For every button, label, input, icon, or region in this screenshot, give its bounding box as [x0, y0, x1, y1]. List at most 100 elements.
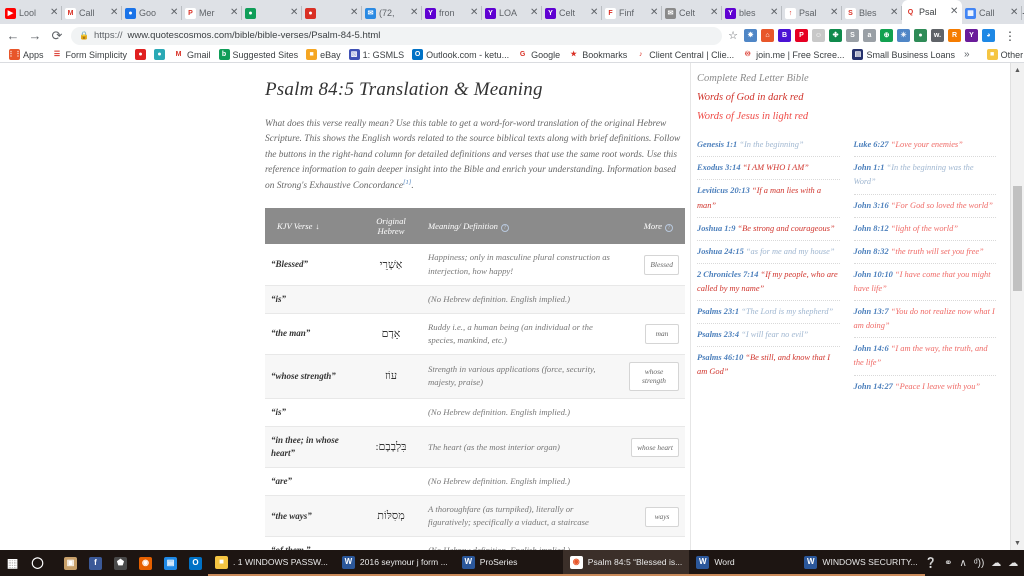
browser-tab[interactable]: Y Celt ✕ — [542, 2, 602, 24]
tab-close-icon[interactable]: ✕ — [650, 8, 659, 18]
bookmark-item[interactable]: ▤ Small Business Loans — [849, 47, 958, 62]
verse-quote[interactable]: “I AM WHO I AM” — [743, 163, 809, 172]
taskbar-pinned-app[interactable]: ▤ — [158, 550, 183, 576]
tab-close-icon[interactable]: ✕ — [170, 8, 179, 18]
verse-reference[interactable]: Luke 6:27 — [854, 140, 889, 149]
verse-quote[interactable]: “as for me and my house” — [746, 247, 835, 256]
verse-reference[interactable]: Leviticus 20:13 — [697, 186, 750, 195]
browser-tab[interactable]: P Mer ✕ — [182, 2, 242, 24]
scrollbar-thumb[interactable] — [1013, 186, 1022, 292]
verse-link-entry[interactable]: John 14:6 “I am the way, the truth, and … — [853, 342, 996, 376]
bookmark-item[interactable]: ☰ Form Simplicity — [49, 47, 131, 62]
verse-reference[interactable]: John 10:10 — [854, 270, 893, 279]
verse-reference[interactable]: 2 Chronicles 7:14 — [697, 270, 758, 279]
browser-tab[interactable]: ● Goo ✕ — [122, 2, 182, 24]
verse-quote[interactable]: “In the beginning” — [739, 140, 803, 149]
browser-tab[interactable]: M Call ✕ — [62, 2, 122, 24]
browser-tab[interactable]: ● ✕ — [242, 2, 302, 24]
tab-close-icon[interactable]: ✕ — [110, 8, 119, 18]
verse-link-entry[interactable]: John 1:1 “In the beginning was the Word” — [853, 161, 996, 195]
tab-close-icon[interactable]: ✕ — [950, 7, 959, 17]
tab-close-icon[interactable]: ✕ — [710, 8, 719, 18]
more-button[interactable]: whose heart — [631, 437, 679, 458]
verse-link-entry[interactable]: Joshua 24:15 “as for me and my house” — [697, 245, 840, 264]
verse-link-entry[interactable]: Joshua 1:9 “Be strong and courageous” — [697, 222, 840, 241]
verse-reference[interactable]: Exodus 3:14 — [697, 163, 741, 172]
more-button[interactable]: whose strength — [629, 361, 679, 391]
taskbar-window-button[interactable]: W Word — [689, 550, 798, 576]
kebab-menu-icon[interactable]: ⋮ — [1001, 29, 1019, 43]
help-icon[interactable]: ❔ — [925, 558, 937, 569]
verse-quote[interactable]: “Love your enemies” — [891, 140, 963, 149]
tab-close-icon[interactable]: ✕ — [890, 8, 899, 18]
verse-reference[interactable]: Joshua 24:15 — [697, 247, 744, 256]
start-button[interactable]: ▦ — [0, 550, 25, 576]
verse-link-entry[interactable]: 2 Chronicles 7:14 “If my people, who are… — [697, 268, 840, 302]
tab-close-icon[interactable]: ✕ — [410, 8, 419, 18]
other-bookmarks-folder[interactable]: ■Other bookmarks — [984, 47, 1024, 62]
verse-reference[interactable]: Psalms 23:4 — [697, 330, 739, 339]
tab-close-icon[interactable]: ✕ — [830, 8, 839, 18]
taskbar-pinned-app[interactable]: ◉ — [133, 550, 158, 576]
forward-icon[interactable]: → — [27, 28, 43, 44]
tab-close-icon[interactable]: ✕ — [350, 8, 359, 18]
bookmark-item[interactable]: b Suggested Sites — [216, 47, 302, 62]
verse-quote[interactable]: “I will fear no evil” — [741, 330, 808, 339]
backup-icon[interactable]: ☁ — [1008, 558, 1018, 569]
bookmark-item[interactable]: M Gmail — [170, 47, 214, 62]
verse-reference[interactable]: John 13:7 — [854, 307, 889, 316]
tab-close-icon[interactable]: ✕ — [770, 8, 779, 18]
verse-reference[interactable]: John 8:32 — [854, 247, 889, 256]
bookmarks-overflow-button[interactable]: » — [960, 49, 974, 60]
verse-reference[interactable]: John 1:1 — [854, 163, 885, 172]
verse-link-entry[interactable]: John 14:27 “Peace I leave with you” — [854, 380, 997, 398]
show-hidden-icons-chevron[interactable]: ∧ — [960, 558, 967, 569]
verse-link-entry[interactable]: John 8:32 “the truth will set you free” — [853, 245, 996, 264]
tab-close-icon[interactable]: ✕ — [1010, 8, 1019, 18]
verse-reference[interactable]: John 14:6 — [854, 344, 889, 353]
amazon-extension[interactable]: a — [863, 29, 876, 43]
help-question-icon[interactable]: ? — [665, 223, 673, 232]
verse-quote[interactable]: “Peace I leave with you” — [895, 382, 980, 391]
browser-tab[interactable]: Y LOA ✕ — [482, 2, 542, 24]
network-share-icon[interactable]: ⚭ — [944, 558, 952, 569]
more-button[interactable]: man — [645, 324, 679, 344]
taskbar-pinned-app[interactable]: f — [83, 550, 108, 576]
verse-quote[interactable]: “Be strong and courageous” — [738, 224, 835, 233]
bookmark-item[interactable]: ● — [132, 47, 149, 62]
taskbar-window-button[interactable]: W WINDOWS SECURITY... — [797, 550, 925, 576]
taskbar-pinned-app[interactable]: O — [183, 550, 208, 576]
verse-reference[interactable]: Psalms 23:1 — [697, 307, 739, 316]
y-purple-extension[interactable]: Y — [965, 29, 978, 43]
reload-icon[interactable]: ⟳ — [49, 28, 65, 44]
tab-close-icon[interactable]: ✕ — [470, 8, 479, 18]
verse-link-entry[interactable]: Leviticus 20:13 “If a man lies with a ma… — [697, 184, 840, 218]
browser-tab[interactable]: ✉ Celt ✕ — [662, 2, 722, 24]
r-extension[interactable]: R — [948, 29, 961, 43]
verse-link-entry[interactable]: Luke 6:27 “Love your enemies” — [853, 138, 996, 158]
w-extension[interactable]: w. — [931, 29, 944, 43]
star-icon[interactable]: ☆ — [728, 29, 738, 42]
tab-close-icon[interactable]: ✕ — [50, 8, 59, 18]
taskbar-window-button[interactable]: ◉ Psalm 84:5 “Blessed is... — [562, 550, 690, 576]
onedrive-icon[interactable]: ☁ — [991, 558, 1001, 569]
pinterest-extension[interactable]: P — [795, 29, 808, 43]
browser-tab[interactable]: Yfron ✕ — [422, 2, 482, 24]
address-bar[interactable]: 🔒 https:// www.quotescosmos.com/bible/bib… — [71, 26, 723, 45]
browser-tab[interactable]: ● ✕ — [302, 2, 362, 24]
globe-extension[interactable]: ● — [914, 29, 927, 43]
back-icon[interactable]: ← — [5, 28, 21, 44]
verse-reference[interactable]: John 14:27 — [854, 382, 893, 391]
b-extension[interactable]: B — [778, 29, 791, 43]
verse-link-entry[interactable]: John 13:7 “You do not realize now what I… — [853, 305, 996, 339]
browser-tab[interactable]: ✉ (72, ✕ — [362, 2, 422, 24]
verse-link-entry[interactable]: Psalms 23:1 “The Lord is my shepherd” — [697, 305, 840, 325]
paint-extension[interactable]: ◕ — [982, 29, 995, 43]
browser-tab[interactable]: ▦ Call ✕ — [962, 2, 1022, 24]
tab-close-icon[interactable]: ✕ — [530, 8, 539, 18]
tab-close-icon[interactable]: ✕ — [590, 8, 599, 18]
verse-link-entry[interactable]: Exodus 3:14 “I AM WHO I AM” — [697, 161, 840, 181]
person-extension[interactable]: ☺ — [812, 29, 825, 43]
bookmark-item[interactable]: ■ eBay — [303, 47, 344, 62]
browser-tab[interactable]: F Finf ✕ — [602, 2, 662, 24]
